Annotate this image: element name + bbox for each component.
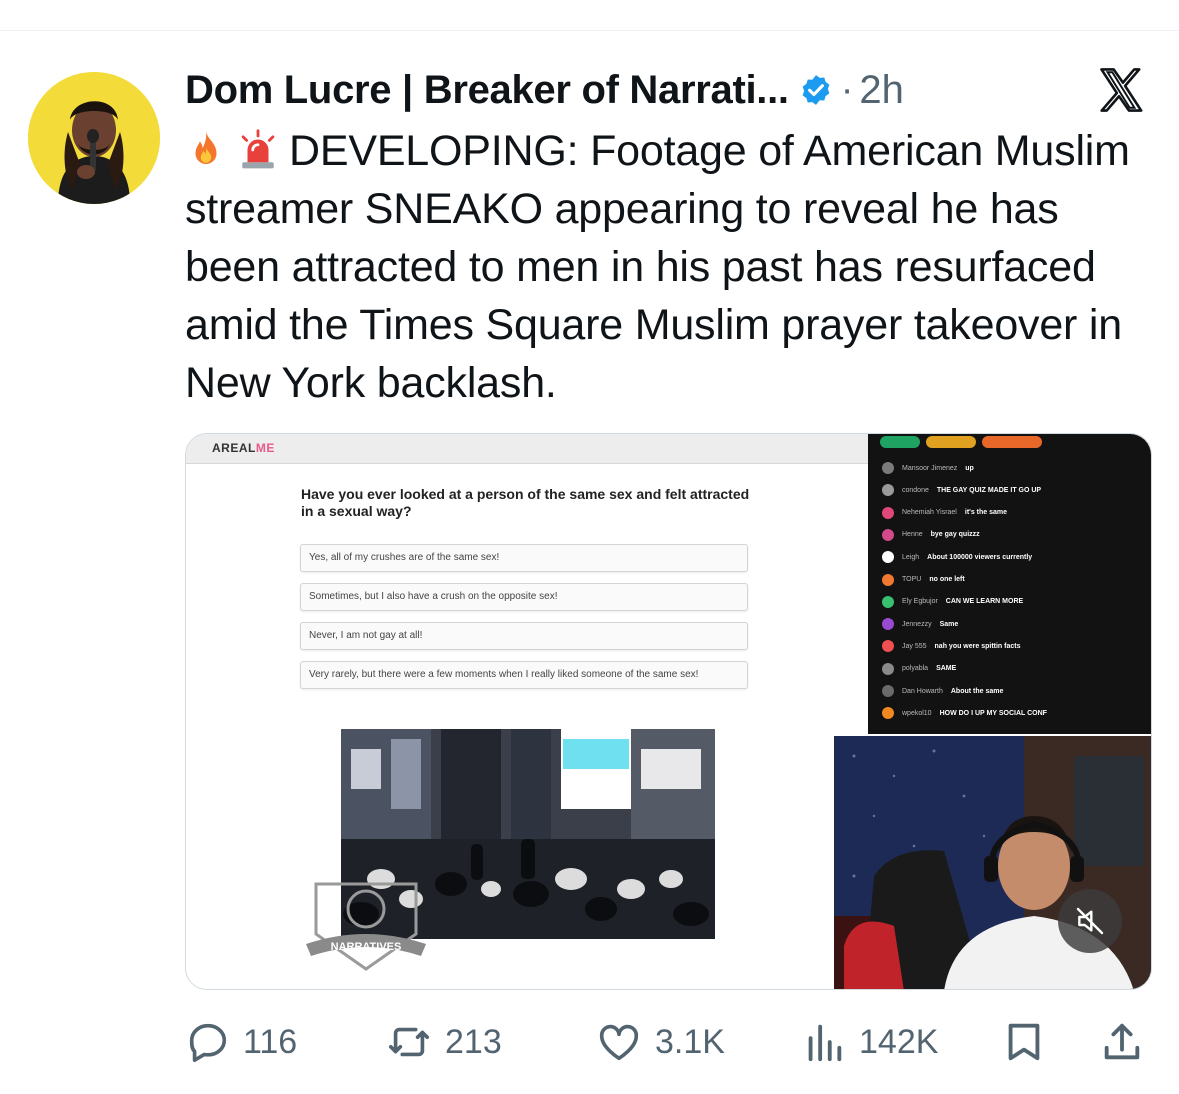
chat-message: polyabla SAME: [882, 661, 956, 677]
author-avatar[interactable]: [28, 72, 160, 204]
chat-message: Nehemiah Yisrael it's the same: [882, 505, 1007, 521]
chat-username: Leigh: [902, 553, 920, 561]
tweet-header: Dom Lucre | Breaker of Narrati... · 2h: [185, 62, 904, 118]
chat-username: Mansoor Jimenez: [902, 464, 958, 472]
stream-chat: Mansoor Jimenez up condone THE GAY QUIZ MAD…: [868, 434, 1151, 734]
chat-message-text: CAN WE LEARN MORE: [945, 598, 1024, 606]
streamer-webcam: [834, 736, 1151, 989]
x-logo-icon[interactable]: [1094, 64, 1148, 116]
reply-button[interactable]: 116: [185, 1012, 297, 1072]
chat-username: Dan Howarth: [902, 687, 943, 695]
chat-username: Jennezzy: [902, 620, 932, 628]
chat-message-text: About 100000 viewers currently: [927, 553, 1033, 561]
quiz-screen: AREALME Have you ever looked at a person…: [186, 434, 868, 989]
tweet-video[interactable]: AREALME Have you ever looked at a person…: [185, 433, 1152, 990]
chat-message-text: up: [965, 464, 974, 472]
chat-message: Mansoor Jimenez up: [882, 460, 974, 476]
chat-username: Henne: [902, 531, 923, 539]
chat-user-avatar: [882, 662, 894, 675]
chat-badges: [880, 436, 1042, 448]
chat-message: Dan Howarth About the same: [882, 683, 1003, 699]
chat-username: Jay 555: [902, 642, 927, 650]
like-count: 3.1K: [655, 1022, 725, 1061]
share-button[interactable]: [1099, 1012, 1145, 1072]
watermark-text: NARRATIVES: [331, 941, 402, 953]
chat-username: Nehemiah Yisrael: [902, 509, 957, 517]
chat-message: Jennezzy Same: [882, 616, 958, 632]
chat-message-text: it's the same: [964, 509, 1008, 517]
chat-message: Jay 555 nah you were spittin facts: [882, 638, 1021, 654]
chat-user-avatar: [882, 707, 894, 720]
chat-badge: [982, 436, 1042, 448]
quiz-browser-bar: AREALME: [186, 434, 868, 464]
bookmark-icon: [1008, 1023, 1040, 1061]
views-chart-icon: [808, 1024, 842, 1062]
chat-message-text: bye gay quizzz: [930, 531, 980, 539]
siren-emoji-icon: [237, 128, 279, 170]
speaker-muted-icon: [1076, 907, 1104, 935]
chat-message-text: no one left: [929, 576, 965, 583]
author-name[interactable]: Dom Lucre | Breaker of Narrati...: [185, 68, 789, 113]
chat-user-avatar: [882, 528, 894, 541]
views-button[interactable]: 142K: [801, 1012, 938, 1072]
tweet-actions: 116 213 3.1K 142K: [185, 1012, 1150, 1072]
avatar-portrait-icon: [28, 72, 160, 204]
quiz-site-logo: AREALME: [212, 441, 275, 455]
chat-username: wpekol10: [902, 709, 932, 717]
repost-icon: [388, 1027, 430, 1057]
like-button[interactable]: 3.1K: [595, 1012, 725, 1072]
heart-icon: [599, 1024, 639, 1061]
chat-username: polyabla: [902, 665, 929, 673]
mute-toggle-button[interactable]: [1058, 889, 1122, 953]
chat-user-avatar: [882, 506, 894, 519]
chat-user-avatar: [882, 640, 894, 653]
header-separator: ·: [840, 68, 854, 111]
chat-user-avatar: [882, 484, 894, 497]
fire-emoji-icon: [185, 128, 227, 170]
reply-icon: [189, 1023, 227, 1063]
narratives-watermark: NARRATIVES: [296, 864, 436, 974]
chat-badge: [926, 436, 976, 448]
chat-message-text: nah you were spittin facts: [934, 642, 1021, 650]
chat-user-avatar: [882, 573, 894, 586]
chat-message-text: HOW DO I UP MY SOCIAL CONF: [939, 709, 1047, 717]
chat-message: Ely Egbujor CAN WE LEARN MORE: [882, 594, 1023, 610]
chat-message: condone THE GAY QUIZ MADE IT GO UP: [882, 482, 1041, 498]
chat-badge: [880, 436, 920, 448]
chat-message-text: THE GAY QUIZ MADE IT GO UP: [936, 486, 1042, 494]
views-count: 142K: [859, 1022, 939, 1061]
chat-message-text: Same: [939, 620, 959, 628]
chat-message-text: SAME: [936, 665, 957, 673]
tweet-text: DEVELOPING: Footage of American Muslim s…: [185, 127, 1130, 407]
chat-username: Ely Egbujor: [902, 598, 938, 606]
share-icon: [1104, 1023, 1140, 1060]
top-divider: [0, 30, 1179, 31]
verified-badge-icon[interactable]: [799, 73, 833, 107]
chat-message: Henne bye gay quizzz: [882, 527, 980, 543]
repost-button[interactable]: 213: [385, 1012, 502, 1072]
quiz-option: Very rarely, but there were a few moment…: [300, 661, 748, 689]
chat-message: wpekol10 HOW DO I UP MY SOCIAL CONF: [882, 705, 1047, 721]
quiz-option: Yes, all of my crushes are of the same s…: [300, 544, 748, 572]
chat-user-avatar: [882, 595, 894, 608]
tweet-timestamp[interactable]: 2h: [859, 68, 904, 113]
chat-message: Leigh About 100000 viewers currently: [882, 549, 1032, 565]
quiz-question: Have you ever looked at a person of the …: [301, 486, 750, 519]
chat-username: condone: [902, 486, 929, 494]
chat-message: TOPU no one left: [882, 572, 965, 588]
quiz-option: Sometimes, but I also have a crush on th…: [300, 583, 748, 611]
tweet-body: DEVELOPING: Footage of American Muslim s…: [185, 122, 1145, 412]
chat-user-avatar: [882, 462, 894, 474]
reply-count: 116: [243, 1022, 298, 1061]
chat-user-avatar: [882, 551, 894, 564]
chat-message-text: About the same: [950, 687, 1004, 695]
bookmark-button[interactable]: [1001, 1012, 1047, 1072]
repost-count: 213: [445, 1022, 502, 1061]
quiz-option: Never, I am not gay at all!: [300, 622, 748, 650]
chat-username: TOPU: [902, 576, 922, 583]
chat-user-avatar: [882, 618, 894, 631]
chat-user-avatar: [882, 685, 894, 697]
